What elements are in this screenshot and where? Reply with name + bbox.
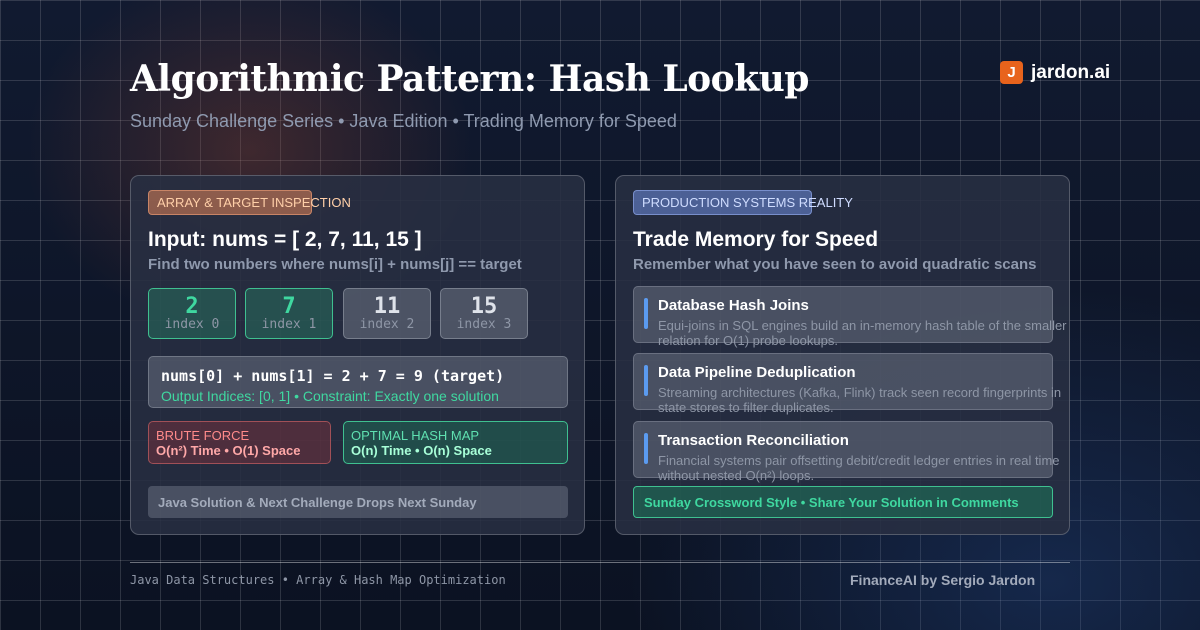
calculation-expression: nums[0] + nums[1] = 2 + 7 = 9 (target) bbox=[161, 367, 505, 385]
brute-force-complexity: O(n²) Time • O(1) Space bbox=[156, 443, 301, 458]
system-item: Database Hash Joins Equi-joins in SQL en… bbox=[633, 286, 1067, 348]
brand-logo-icon: J bbox=[1000, 61, 1023, 84]
system-description: Streaming architectures (Kafka, Flink) t… bbox=[658, 385, 1062, 415]
page-subtitle: Sunday Challenge Series • Java Edition •… bbox=[130, 111, 677, 131]
footer-author: FinanceAI by Sergio Jardon bbox=[850, 572, 1036, 588]
optimal-hash-map-box: OPTIMAL HASH MAP O(n) Time • O(n) Space bbox=[343, 421, 568, 464]
production-systems-badge: PRODUCTION SYSTEMS REALITY bbox=[633, 190, 853, 215]
input-heading: Input: nums = [ 2, 7, 11, 15 ] bbox=[148, 228, 422, 251]
array-cell-index: index 3 bbox=[456, 317, 512, 332]
array-cell-value: 11 bbox=[373, 294, 401, 319]
system-accent-bar bbox=[644, 298, 648, 329]
calculation-box: nums[0] + nums[1] = 2 + 7 = 9 (target) O… bbox=[148, 356, 568, 408]
system-item: Transaction Reconciliation Financial sys… bbox=[633, 421, 1060, 483]
footer-topic: Java Data Structures • Array & Hash Map … bbox=[130, 573, 506, 587]
brand-name: jardon.ai bbox=[1031, 61, 1111, 83]
production-systems-card: PRODUCTION SYSTEMS REALITY Trade Memory … bbox=[615, 175, 1070, 535]
share-solution-banner: Sunday Crossword Style • Share Your Solu… bbox=[633, 486, 1053, 518]
optimal-hash-map-label: OPTIMAL HASH MAP bbox=[351, 428, 480, 443]
array-cell-value: 7 bbox=[282, 294, 296, 319]
next-challenge-banner: Java Solution & Next Challenge Drops Nex… bbox=[148, 486, 568, 518]
footer-divider bbox=[130, 562, 1070, 563]
brute-force-label: BRUTE FORCE bbox=[156, 428, 250, 443]
system-description: Equi-joins in SQL engines build an in-me… bbox=[658, 318, 1067, 348]
page-title: Algorithmic Pattern: Hash Lookup bbox=[130, 58, 809, 100]
system-title: Data Pipeline Deduplication bbox=[658, 364, 856, 381]
system-title: Transaction Reconciliation bbox=[658, 432, 849, 449]
array-cell: 15 index 3 bbox=[440, 288, 528, 339]
array-cell-index: index 0 bbox=[164, 317, 220, 332]
optimal-hash-map-complexity: O(n) Time • O(n) Space bbox=[351, 443, 492, 458]
array-cell: 7 index 1 bbox=[245, 288, 333, 339]
array-cell-index: index 1 bbox=[261, 317, 317, 332]
system-item: Data Pipeline Deduplication Streaming ar… bbox=[633, 353, 1061, 415]
array-cell: 11 index 2 bbox=[343, 288, 431, 339]
calculation-output: Output Indices: [0, 1] • Constraint: Exa… bbox=[161, 388, 499, 404]
system-description: Financial systems pair offsetting debit/… bbox=[658, 453, 1060, 483]
system-title: Database Hash Joins bbox=[658, 297, 809, 314]
brute-force-box: BRUTE FORCE O(n²) Time • O(1) Space bbox=[148, 421, 331, 464]
array-inspection-badge: ARRAY & TARGET INSPECTION bbox=[148, 190, 351, 215]
array-cell-value: 15 bbox=[470, 294, 498, 319]
array-cell-value: 2 bbox=[185, 294, 199, 319]
array-inspection-card: ARRAY & TARGET INSPECTION Input: nums = … bbox=[130, 175, 585, 535]
brand[interactable]: J jardon.ai bbox=[1000, 61, 1110, 84]
system-accent-bar bbox=[644, 433, 648, 464]
system-accent-bar bbox=[644, 365, 648, 396]
problem-statement: Find two numbers where nums[i] + nums[j]… bbox=[148, 256, 522, 273]
trade-memory-subheading: Remember what you have seen to avoid qua… bbox=[633, 256, 1037, 273]
array-cell: 2 index 0 bbox=[148, 288, 236, 339]
array-cell-index: index 2 bbox=[359, 317, 415, 332]
trade-memory-heading: Trade Memory for Speed bbox=[633, 228, 879, 251]
